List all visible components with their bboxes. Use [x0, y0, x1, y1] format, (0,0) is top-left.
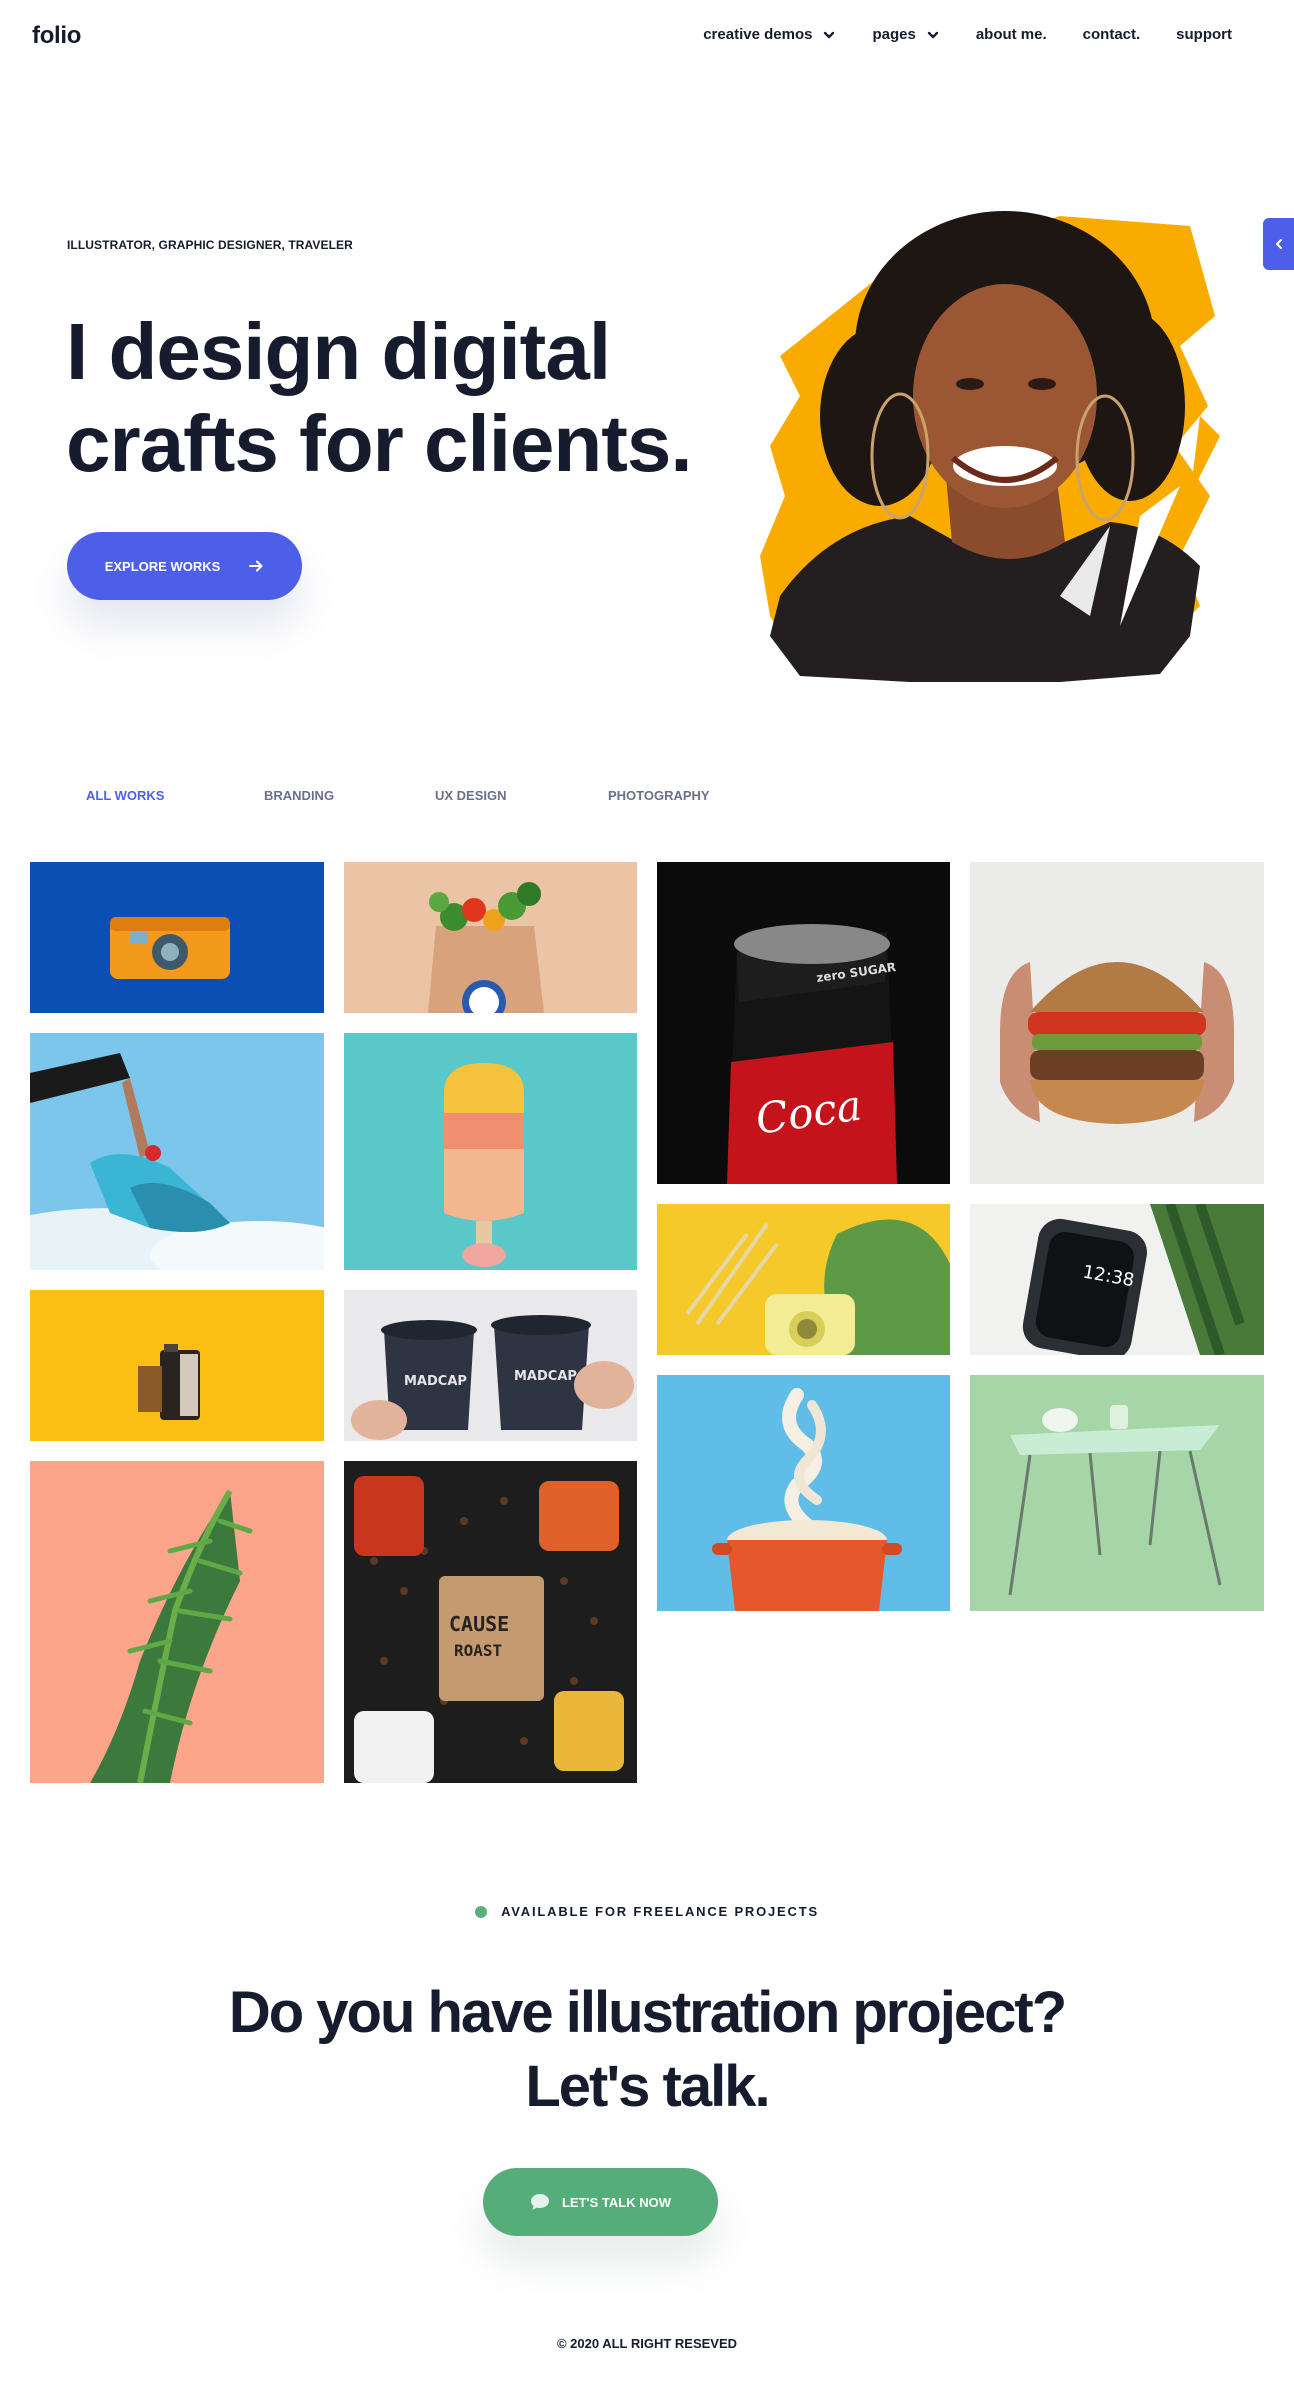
popsicle-photo[interactable]	[344, 1033, 637, 1270]
burger-photo[interactable]	[970, 862, 1264, 1184]
nav-label: support	[1176, 26, 1232, 43]
nav-item-contact[interactable]: contact.	[1083, 26, 1141, 43]
nav-item-support[interactable]: support	[1176, 26, 1232, 43]
chevron-down-icon	[927, 31, 939, 38]
status-dot	[475, 1905, 488, 1918]
side-panel-toggle[interactable]	[1263, 218, 1294, 270]
filter-photography[interactable]: PHOTOGRAPHY	[608, 788, 710, 803]
availability-indicator: AVAILABLE FOR FREELANCE PROJECTS	[0, 1904, 1294, 1919]
nav-label: contact.	[1082, 26, 1141, 43]
portfolio-filters: ALL WORKS BRANDING UX DESIGN PHOTOGRAPHY	[0, 788, 760, 808]
noodles-pot-photo[interactable]	[657, 1375, 950, 1611]
green-table-photo[interactable]	[970, 1375, 1264, 1611]
plant-photo[interactable]	[30, 1461, 324, 1783]
logo[interactable]: folio	[32, 22, 81, 50]
chat-bubble-icon	[530, 2194, 549, 2210]
cta-title: Do you have illustration project? Let's …	[228, 1980, 1067, 2119]
svg-text:ROAST: ROAST	[454, 1641, 502, 1660]
svg-text:CAUSE: CAUSE	[449, 1612, 509, 1636]
site-header: folio creative demos pages about me. con…	[0, 0, 1294, 76]
nav-label: pages	[872, 26, 916, 43]
main-nav: creative demos pages about me. contact. …	[703, 26, 1232, 43]
coffee-bag-photo[interactable]: CAUSE ROAST	[344, 1461, 637, 1783]
sneakers-photo[interactable]	[30, 1033, 324, 1270]
portrait-photo	[760, 211, 1220, 682]
cola-can-photo[interactable]: Coca zero SUGAR	[657, 862, 950, 1184]
explore-works-button[interactable]: EXPLORE WORKS	[67, 532, 302, 600]
chevron-down-icon	[824, 31, 835, 38]
hero-title: I design digital crafts for clients.	[66, 307, 693, 488]
arrow-right-icon	[249, 560, 263, 572]
button-label: LET'S TALK NOW	[561, 2194, 671, 2210]
filter-all-works[interactable]: ALL WORKS	[86, 788, 164, 803]
nav-item-about[interactable]: about me.	[976, 26, 1047, 43]
chevron-left-icon	[1275, 239, 1282, 249]
footer-copyright: © 2020 ALL RIGHT RESEVED	[556, 2336, 738, 2351]
orange-camera-photo[interactable]	[30, 862, 324, 1013]
hero-eyebrow: ILLUSTRATOR, GRAPHIC DESIGNER, TRAVELER	[67, 238, 353, 252]
smartwatch-photo[interactable]: 12:38	[970, 1204, 1264, 1355]
availability-text: AVAILABLE FOR FREELANCE PROJECTS	[501, 1904, 819, 1919]
button-label: EXPLORE WORKS	[104, 558, 221, 574]
instant-camera-photo[interactable]	[657, 1204, 950, 1355]
svg-text:MADCAP: MADCAP	[514, 1369, 577, 1384]
nav-label: creative demos	[703, 26, 813, 43]
nav-item-creative-demos[interactable]: creative demos	[703, 26, 836, 43]
nav-label: about me.	[975, 26, 1047, 43]
grocery-bag-photo[interactable]	[344, 862, 637, 1013]
lets-talk-button[interactable]: LET'S TALK NOW	[483, 2168, 718, 2236]
filter-ux-design[interactable]: UX DESIGN	[435, 788, 507, 803]
filter-branding[interactable]: BRANDING	[264, 788, 334, 803]
coffee-cups-photo[interactable]: MADCAP MADCAP	[344, 1290, 637, 1441]
nav-item-pages[interactable]: pages	[872, 26, 939, 43]
svg-text:MADCAP: MADCAP	[404, 1374, 467, 1389]
film-roll-photo[interactable]	[30, 1290, 324, 1441]
